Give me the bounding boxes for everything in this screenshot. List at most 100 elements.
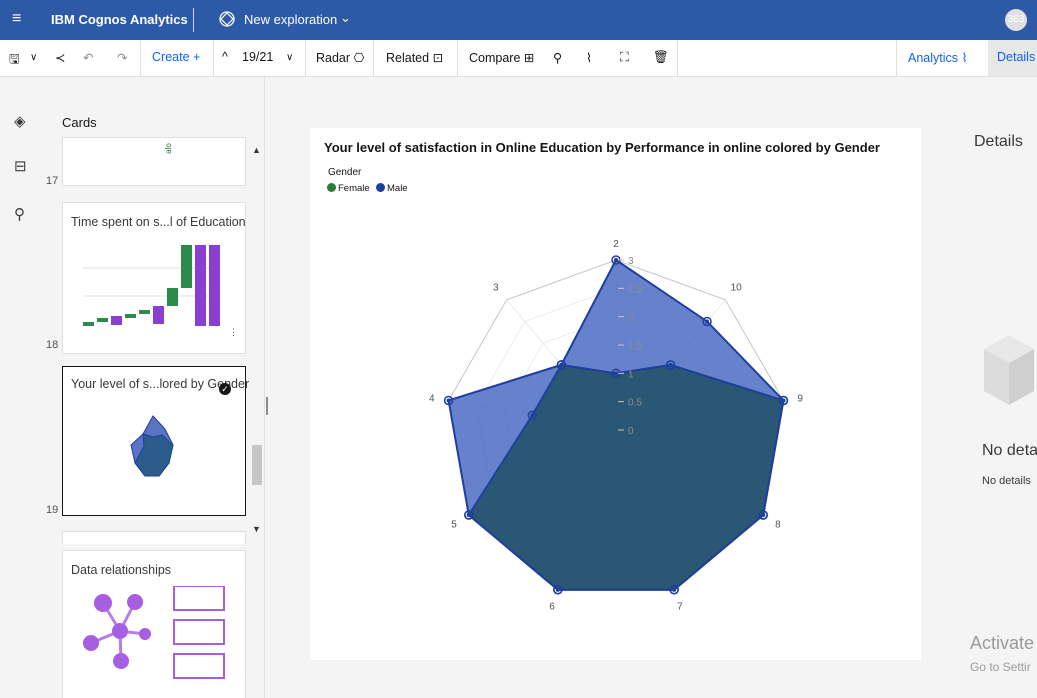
radial-tick-label: 1 <box>628 369 634 380</box>
data-point-center <box>614 258 618 262</box>
redo-icon[interactable]: ↷ <box>117 50 127 65</box>
scroll-down-icon[interactable]: ▼ <box>252 524 261 534</box>
top-bar: ≡ IBM Cognos Analytics New exploration ⌄… <box>0 0 1037 40</box>
card-number: 18 <box>46 339 59 351</box>
save-dropdown-chevron-icon[interactable]: ∨ <box>30 52 37 63</box>
compare-label: Compare <box>469 51 521 65</box>
save-icon[interactable]: 🖫 <box>9 50 20 71</box>
svg-text:⋮: ⋮ <box>229 327 238 337</box>
category-label: 5 <box>451 520 457 531</box>
data-tree-icon[interactable]: ⊟ <box>14 157 27 175</box>
radar-button[interactable]: Radar ⎔ <box>316 50 364 65</box>
avatar[interactable]: 363 <box>1005 9 1027 31</box>
category-label: 3 <box>493 283 499 294</box>
radar-icon: ⎔ <box>353 51 365 65</box>
details-panel: Details No deta No details Activate Go t… <box>962 77 1037 698</box>
hamburger-menu-icon[interactable]: ≡ <box>12 10 21 28</box>
compare-button[interactable]: Compare ⊞ <box>469 50 534 65</box>
insights-icon[interactable]: ⌇ <box>586 50 592 65</box>
category-label: 9 <box>797 394 803 405</box>
details-label: Details <box>997 50 1036 64</box>
radial-tick-label: 2.5 <box>628 284 642 295</box>
data-point-center <box>668 362 673 367</box>
next-card-icon[interactable]: ∨ <box>286 52 293 63</box>
radial-tick-label: 0.5 <box>628 398 642 409</box>
chart-preview-text: alo <box>163 143 173 154</box>
data-point-center <box>555 587 560 592</box>
radar-chart-thumbnail <box>130 415 174 477</box>
card-label: Data relationships <box>71 563 172 577</box>
app-title[interactable]: IBM Cognos Analytics <box>51 12 188 27</box>
details-tab[interactable]: Details <box>988 40 1037 76</box>
card-17[interactable]: alo <box>62 137 246 186</box>
toolbar: 🖫 ∨ ≺ ↶ ↷ Create + ^ 19/21 ∨ Radar ⎔ Rel… <box>0 40 1037 77</box>
undo-icon[interactable]: ↶ <box>83 50 93 65</box>
no-details-text: No deta <box>982 442 1037 459</box>
relationship-diagram-thumbnail <box>83 586 225 679</box>
plus-icon: + <box>193 50 201 64</box>
data-point-center <box>781 398 786 403</box>
share-icon[interactable]: ≺ <box>55 50 65 65</box>
card-number: 17 <box>46 175 59 187</box>
category-label: 8 <box>775 520 781 531</box>
radar-chart: 00.511.522.532109876543 <box>429 239 803 613</box>
data-point-center <box>530 413 535 418</box>
chart-card: Your level of satisfaction in Online Edu… <box>310 128 921 660</box>
cards-panel-title: Cards <box>62 115 97 130</box>
category-label: 10 <box>731 283 743 294</box>
panel-resize-handle[interactable] <box>266 397 268 415</box>
details-heading: Details <box>974 133 1023 150</box>
analytics-label: Analytics <box>908 51 959 65</box>
analytics-button[interactable]: Analytics ⌇ <box>908 50 968 65</box>
compare-icon: ⊞ <box>523 51 535 65</box>
scroll-up-icon[interactable]: ▲ <box>252 145 261 155</box>
activate-watermark-sub: Go to Settir <box>970 660 1031 674</box>
card-partial <box>62 531 246 544</box>
page-counter: 19/21 <box>242 50 274 64</box>
related-label: Related <box>386 51 430 65</box>
cards-panel: Cards alo 17 Time spent on s...l of Educ… <box>42 77 265 698</box>
radial-tick-label: 1.5 <box>628 341 642 352</box>
divider <box>193 8 194 32</box>
radial-tick-label: 2 <box>628 313 634 324</box>
radar-label: Radar <box>316 51 351 65</box>
pin-icon[interactable]: ⚲ <box>553 50 562 65</box>
card-18[interactable]: Time spent on s...l of Education ⋮ <box>62 202 246 354</box>
card-label: Time spent on s...l of Education <box>71 215 246 229</box>
data-point-center <box>466 513 471 517</box>
fullscreen-icon[interactable]: ⛶ <box>620 50 629 65</box>
waterfall-chart-thumbnail: ⋮ <box>83 245 238 337</box>
data-point-center <box>761 513 766 517</box>
create-button[interactable]: Create + <box>152 50 200 64</box>
data-point-center <box>446 398 451 403</box>
category-label: 7 <box>677 602 683 613</box>
empty-box-icon <box>984 335 1034 405</box>
pin-icon[interactable]: ⚲ <box>14 205 25 223</box>
radial-tick-label: 0 <box>628 426 634 437</box>
previous-card-icon[interactable]: ^ <box>222 50 228 64</box>
radial-tick-label: 3 <box>628 256 634 267</box>
delete-icon[interactable]: 🗑 <box>653 50 669 65</box>
data-point-center <box>559 362 564 367</box>
exploration-title[interactable]: New exploration <box>244 12 337 27</box>
category-label: 4 <box>429 394 435 405</box>
chevron-down-icon[interactable]: ⌄ <box>340 10 351 26</box>
card-19-selected[interactable]: Your level of s...lored by Gender ✓ <box>62 366 249 516</box>
card-data-relationships[interactable]: Data relationships <box>62 550 246 698</box>
category-label: 2 <box>613 239 619 250</box>
scrollbar-thumb[interactable] <box>252 445 262 485</box>
create-label: Create <box>152 50 190 64</box>
exploration-icon <box>218 10 236 33</box>
activate-watermark: Activate <box>970 633 1035 653</box>
left-rail: ◈ ⊟ ⚲ <box>0 77 43 698</box>
card-number: 19 <box>46 504 59 516</box>
no-details-subtext: No details <box>982 475 1031 487</box>
related-button[interactable]: Related ⊡ <box>386 50 443 65</box>
checkmark-icon: ✓ <box>219 383 231 395</box>
analytics-icon: ⌇ <box>961 51 968 65</box>
related-icon: ⊡ <box>432 51 444 65</box>
exploration-icon[interactable]: ◈ <box>14 112 26 130</box>
cards-scrollbar[interactable]: ▲ ▼ <box>250 140 264 540</box>
data-point-center <box>614 371 618 376</box>
category-label: 6 <box>549 602 555 613</box>
